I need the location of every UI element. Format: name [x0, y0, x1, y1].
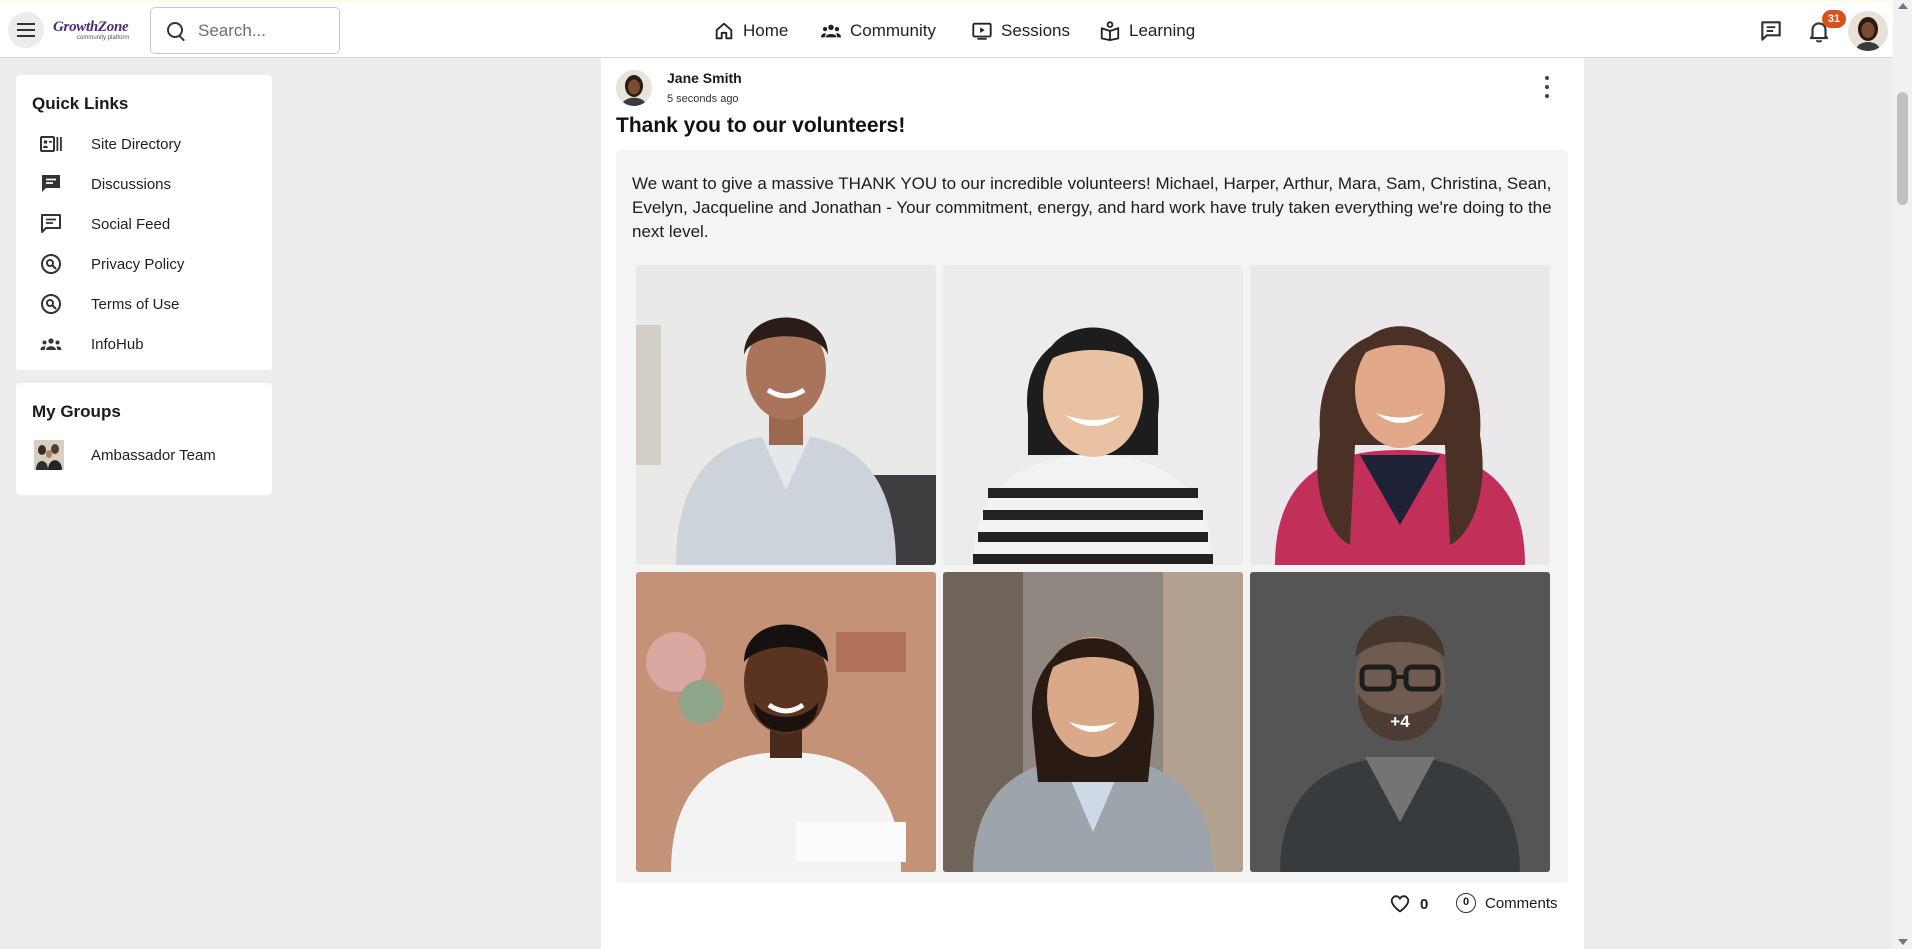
quick-links-card: Quick Links Site Directory Discussions S… [16, 75, 272, 370]
chat-icon [38, 171, 64, 197]
quick-link-privacy-policy[interactable]: Privacy Policy [16, 244, 272, 284]
video-icon [972, 22, 992, 40]
comment-count: 0 [1456, 893, 1476, 913]
nav-learning-label: Learning [1129, 21, 1196, 40]
post-photo[interactable] [943, 572, 1243, 872]
quick-link-site-directory[interactable]: Site Directory [16, 124, 272, 164]
scrollbar[interactable] [1893, 0, 1912, 949]
quick-link-terms-of-use[interactable]: Terms of Use [16, 284, 272, 324]
search-input[interactable] [196, 20, 330, 42]
menu-icon[interactable] [8, 12, 44, 48]
post-photo[interactable] [1250, 265, 1550, 565]
scroll-thumb[interactable] [1897, 92, 1908, 205]
my-groups-card: My Groups Ambassador Team [16, 383, 272, 495]
post-photo[interactable] [943, 265, 1243, 565]
post-timestamp: 5 seconds ago [667, 93, 739, 105]
quick-link-label: Social Feed [91, 215, 171, 233]
quick-link-label: Terms of Use [91, 295, 180, 313]
group-avatar [34, 440, 64, 470]
scroll-down-icon[interactable] [1898, 939, 1908, 945]
search-icon [167, 22, 183, 38]
quick-link-label: InfoHub [91, 335, 144, 353]
group-item-ambassador-team[interactable]: Ambassador Team [16, 432, 272, 478]
comments-label: Comments [1485, 894, 1558, 912]
quick-links-title: Quick Links [32, 94, 129, 113]
quick-link-label: Site Directory [91, 135, 182, 153]
quick-link-label: Discussions [91, 175, 172, 193]
like-button[interactable]: 0 [1389, 893, 1428, 915]
more-options-icon[interactable] [1538, 76, 1556, 98]
quick-link-social-feed[interactable]: Social Feed [16, 204, 272, 244]
post-photo-more[interactable]: +4 [1250, 572, 1550, 872]
learning-icon [1100, 21, 1120, 42]
logo-tagline: community platform [77, 35, 130, 41]
author-name[interactable]: Jane Smith [667, 70, 742, 86]
like-count: 0 [1420, 895, 1429, 913]
logo-text: GrowthZone [53, 19, 129, 35]
logo[interactable]: GrowthZone community platform [53, 19, 137, 43]
link-icon [38, 251, 64, 277]
search-box[interactable] [150, 7, 340, 54]
scroll-up-icon[interactable] [1898, 3, 1908, 9]
post-text: We want to give a massive THANK YOU to o… [632, 174, 1552, 241]
my-groups-title: My Groups [32, 402, 121, 421]
author-avatar[interactable] [616, 70, 652, 106]
more-photos-count: +4 [1250, 572, 1550, 872]
heart-icon [1390, 895, 1410, 913]
quick-link-label: Privacy Policy [91, 255, 185, 273]
top-bar: GrowthZone community platform Home Commu… [0, 0, 1893, 58]
post-photo[interactable] [636, 572, 936, 872]
avatar[interactable] [1848, 11, 1888, 51]
nav-home[interactable]: Home [713, 2, 788, 60]
link-icon [38, 291, 64, 317]
quick-link-infohub[interactable]: InfoHub [16, 324, 272, 364]
nav-learning[interactable]: Learning [1099, 2, 1195, 60]
nav-sessions[interactable]: Sessions [971, 2, 1070, 60]
nav-home-label: Home [743, 21, 789, 40]
quick-link-discussions[interactable]: Discussions [16, 164, 272, 204]
nav-sessions-label: Sessions [1001, 21, 1070, 40]
group-icon [38, 331, 64, 357]
people-icon [820, 24, 842, 38]
post-title: Thank you to our volunteers! [616, 114, 906, 137]
home-icon [715, 22, 733, 40]
comments-button[interactable]: 0 Comments [1456, 893, 1558, 913]
post-photo[interactable] [636, 265, 936, 565]
nav-community-label: Community [850, 21, 936, 40]
chat-icon [38, 211, 64, 237]
directory-icon [38, 131, 64, 157]
group-item-label: Ambassador Team [91, 446, 216, 464]
messages-icon[interactable] [1758, 18, 1784, 44]
nav-community[interactable]: Community [820, 2, 936, 60]
notification-badge: 31 [1822, 10, 1846, 28]
